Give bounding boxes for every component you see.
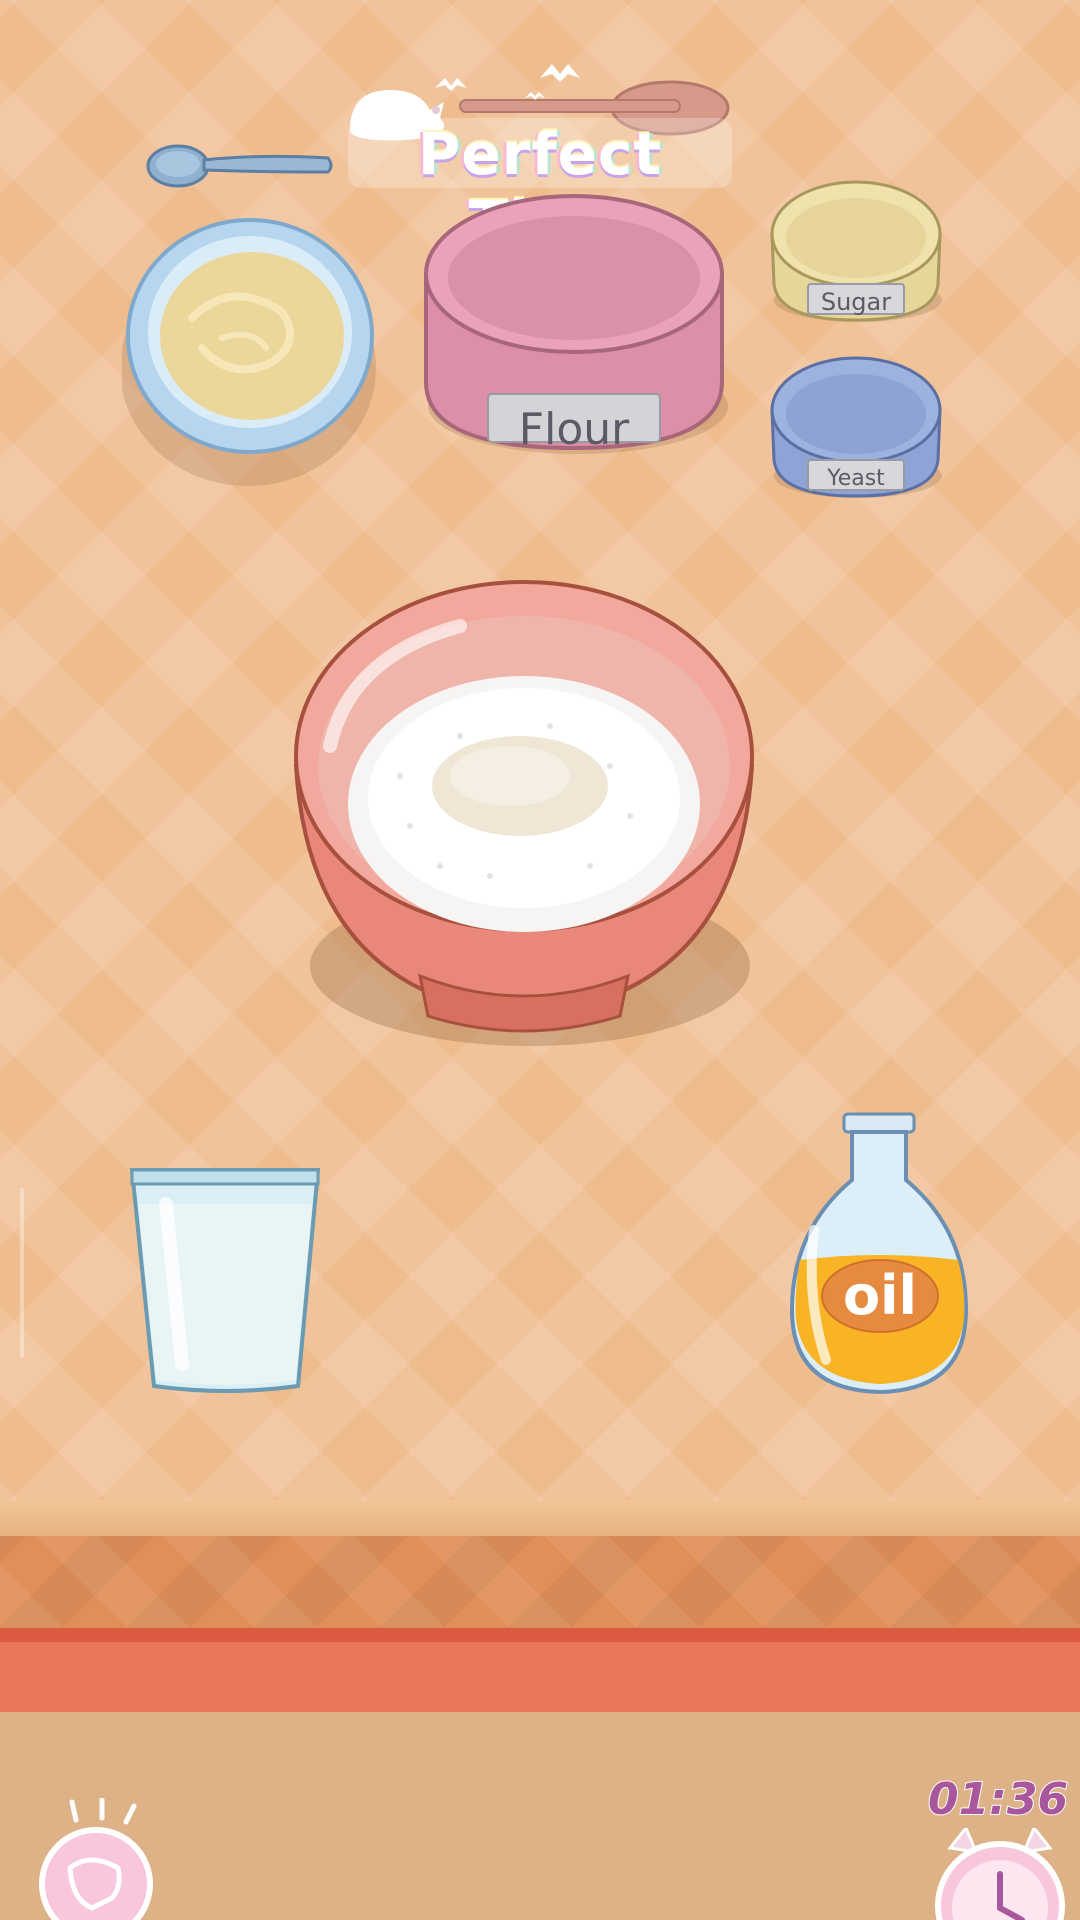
lightbulb-hint-icon[interactable] bbox=[30, 1798, 160, 1920]
mixing-bowl[interactable] bbox=[290, 576, 760, 1056]
yeast-label: Yeast bbox=[827, 466, 885, 491]
sugar-label: Sugar bbox=[820, 288, 892, 316]
counter-top bbox=[0, 1500, 1080, 1536]
counter-stripe bbox=[0, 1628, 1080, 1712]
butter-bowl[interactable] bbox=[122, 208, 382, 498]
oil-label: oil bbox=[842, 1264, 918, 1327]
counter-front bbox=[0, 1536, 1080, 1628]
alarm-clock-icon bbox=[935, 1828, 1065, 1920]
measuring-spoon[interactable] bbox=[140, 138, 340, 198]
flour-label: Flour bbox=[518, 404, 630, 455]
game-scene: Perfect Tidy Flour Sugar bbox=[0, 0, 1080, 1920]
floor bbox=[0, 1712, 1080, 1920]
timer-display: 01:36 bbox=[927, 1773, 1069, 1826]
game-logo: Perfect Tidy bbox=[340, 40, 740, 256]
oil-bottle[interactable] bbox=[786, 1110, 972, 1400]
scroll-indicator bbox=[20, 1188, 24, 1358]
water-glass[interactable] bbox=[126, 1164, 326, 1396]
